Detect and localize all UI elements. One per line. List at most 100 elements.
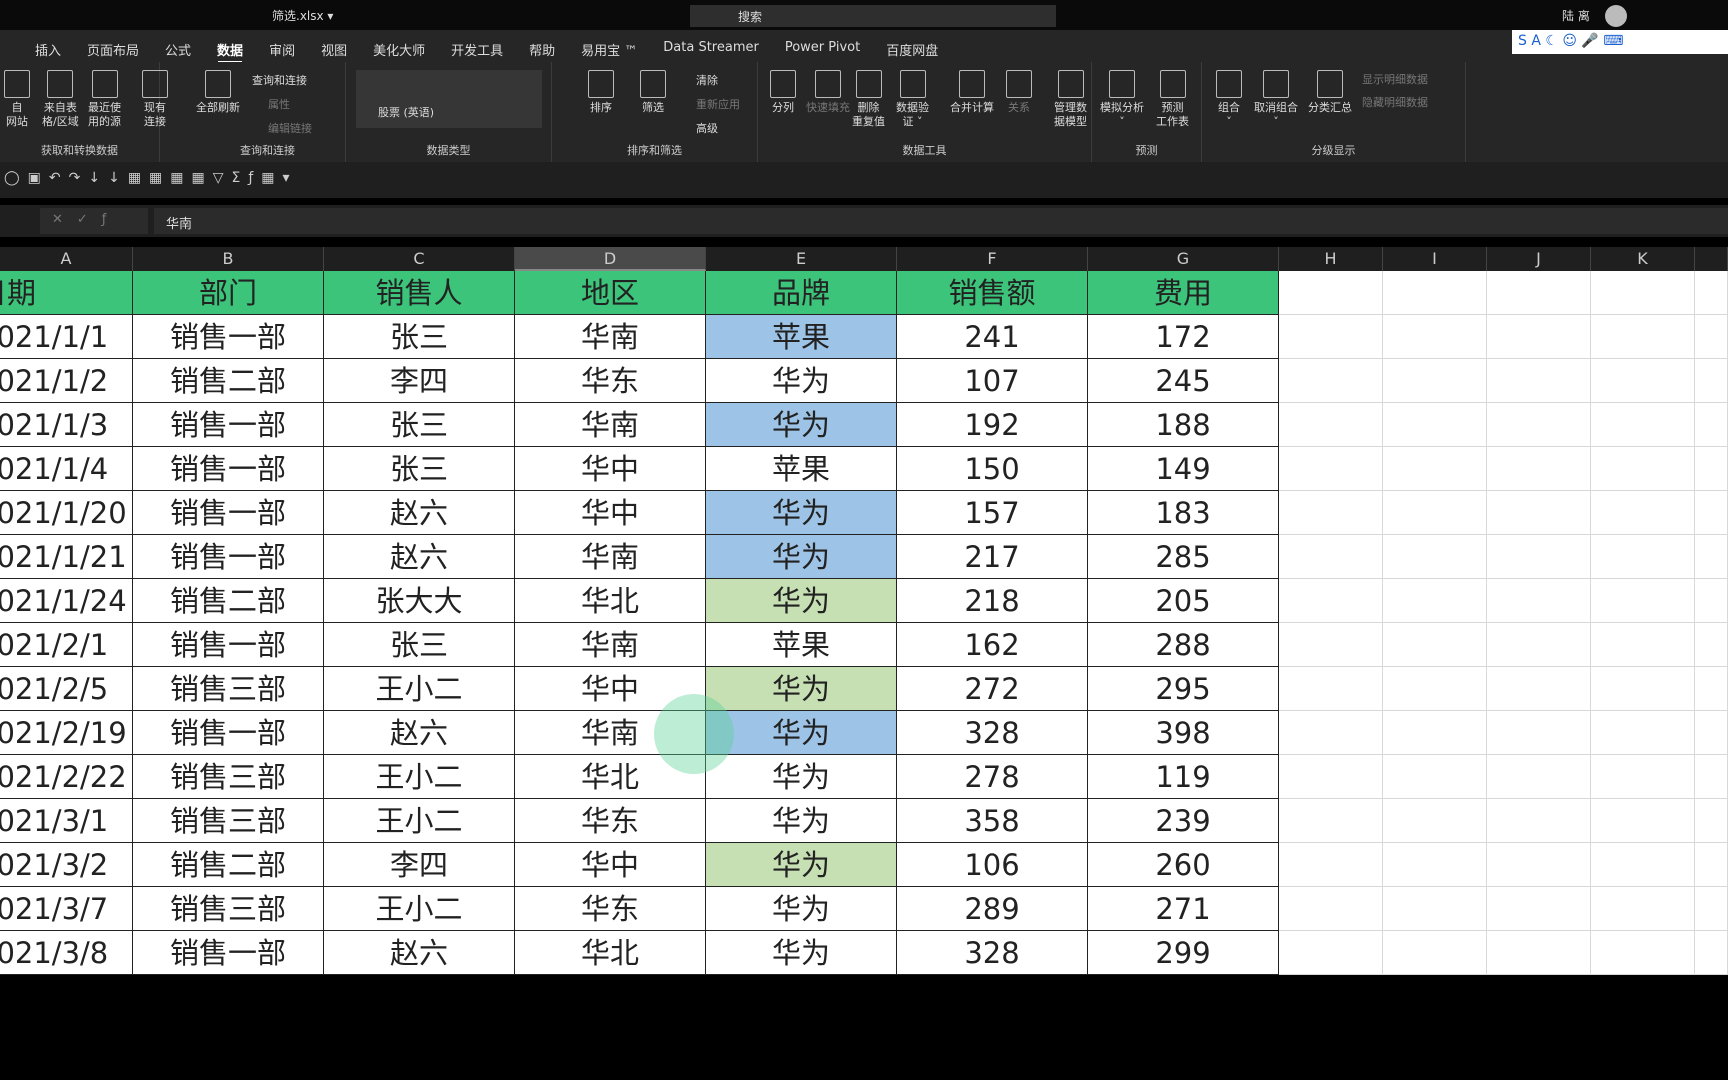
empty-cell[interactable] (1695, 623, 1728, 667)
advanced-button[interactable]: 高级 (696, 120, 718, 136)
tab-6[interactable]: 美化大师 (360, 30, 438, 62)
column-header-F[interactable]: F (897, 247, 1088, 271)
table-cell[interactable]: 2021/1/2 (0, 359, 133, 403)
header-cell[interactable]: 费用 (1088, 271, 1279, 315)
empty-cell[interactable] (1695, 315, 1728, 359)
empty-cell[interactable] (1279, 887, 1383, 931)
table-cell[interactable]: 华东 (515, 359, 706, 403)
column-header-C[interactable]: C (324, 247, 515, 271)
empty-cell[interactable] (1279, 271, 1383, 315)
tab-10[interactable]: Data Streamer (650, 30, 772, 62)
table-cell[interactable]: 赵六 (324, 491, 515, 535)
table-cell[interactable]: 245 (1088, 359, 1279, 403)
table-cell[interactable]: 销售二部 (133, 843, 324, 887)
empty-cell[interactable] (1383, 843, 1487, 887)
empty-cell[interactable] (1591, 271, 1695, 315)
table-cell[interactable]: 278 (897, 755, 1088, 799)
data-tool-button-0[interactable]: 分列 (770, 70, 796, 115)
empty-cell[interactable] (1383, 623, 1487, 667)
table-cell[interactable]: 华北 (515, 931, 706, 975)
table-cell[interactable]: 张三 (324, 447, 515, 491)
table-cell[interactable]: 285 (1088, 535, 1279, 579)
table-cell[interactable]: 华为 (706, 403, 897, 447)
table-cell[interactable]: 2021/3/7 (0, 887, 133, 931)
table-cell[interactable]: 华北 (515, 579, 706, 623)
column-header-E[interactable]: E (706, 247, 897, 271)
search-box[interactable]: 搜索 (690, 5, 1056, 27)
avatar[interactable] (1605, 5, 1627, 27)
table-cell[interactable]: 288 (1088, 623, 1279, 667)
table-cell[interactable]: 华为 (706, 491, 897, 535)
tab-9[interactable]: 易用宝 ™ (568, 30, 650, 62)
empty-cell[interactable] (1487, 271, 1591, 315)
empty-cell[interactable] (1383, 359, 1487, 403)
table-cell[interactable]: 华中 (515, 447, 706, 491)
sort-button[interactable]: 排序 (588, 70, 614, 115)
reapply-button[interactable]: 重新应用 (696, 96, 740, 112)
empty-cell[interactable] (1383, 491, 1487, 535)
table-cell[interactable]: 162 (897, 623, 1088, 667)
table-cell[interactable]: 苹果 (706, 447, 897, 491)
formula-input[interactable]: 华南 (154, 208, 1728, 234)
table-cell[interactable]: 239 (1088, 799, 1279, 843)
table-cell[interactable]: 157 (897, 491, 1088, 535)
table-cell[interactable]: 271 (1088, 887, 1279, 931)
table-cell[interactable]: 赵六 (324, 711, 515, 755)
empty-cell[interactable] (1695, 535, 1728, 579)
empty-cell[interactable] (1695, 887, 1728, 931)
table-cell[interactable]: 107 (897, 359, 1088, 403)
table-cell[interactable]: 华为 (706, 711, 897, 755)
filter-button[interactable]: 筛选 (640, 70, 666, 115)
table-cell[interactable]: 2021/2/5 (0, 667, 133, 711)
properties-button[interactable]: 属性 (268, 96, 290, 112)
tab-4[interactable]: 审阅 (256, 30, 308, 62)
empty-cell[interactable] (1383, 667, 1487, 711)
empty-cell[interactable] (1383, 887, 1487, 931)
table-cell[interactable]: 王小二 (324, 799, 515, 843)
header-cell[interactable]: 部门 (133, 271, 324, 315)
empty-cell[interactable] (1487, 755, 1591, 799)
empty-cell[interactable] (1695, 711, 1728, 755)
table-cell[interactable]: 销售三部 (133, 667, 324, 711)
table-cell[interactable]: 150 (897, 447, 1088, 491)
empty-cell[interactable] (1279, 799, 1383, 843)
empty-cell[interactable] (1487, 887, 1591, 931)
table-cell[interactable]: 赵六 (324, 931, 515, 975)
tab-0[interactable]: 插入 (22, 30, 74, 62)
table-cell[interactable]: 172 (1088, 315, 1279, 359)
empty-cell[interactable] (1591, 843, 1695, 887)
empty-cell[interactable] (1695, 843, 1728, 887)
table-cell[interactable]: 2021/1/21 (0, 535, 133, 579)
table-cell[interactable]: 华中 (515, 843, 706, 887)
empty-cell[interactable] (1279, 579, 1383, 623)
hide-detail-button[interactable]: 隐藏明细数据 (1362, 94, 1428, 110)
table-cell[interactable]: 192 (897, 403, 1088, 447)
empty-cell[interactable] (1591, 535, 1695, 579)
empty-cell[interactable] (1591, 799, 1695, 843)
table-cell[interactable]: 295 (1088, 667, 1279, 711)
empty-cell[interactable] (1383, 535, 1487, 579)
empty-cell[interactable] (1695, 667, 1728, 711)
table-cell[interactable]: 2021/1/3 (0, 403, 133, 447)
empty-cell[interactable] (1487, 491, 1591, 535)
table-cell[interactable]: 销售一部 (133, 491, 324, 535)
table-cell[interactable]: 华南 (515, 535, 706, 579)
table-cell[interactable]: 2021/3/8 (0, 931, 133, 975)
table-cell[interactable]: 张三 (324, 315, 515, 359)
empty-cell[interactable] (1591, 491, 1695, 535)
table-cell[interactable]: 260 (1088, 843, 1279, 887)
table-cell[interactable]: 华为 (706, 535, 897, 579)
empty-cell[interactable] (1695, 359, 1728, 403)
column-header-A[interactable]: A (0, 247, 133, 271)
empty-cell[interactable] (1695, 447, 1728, 491)
table-cell[interactable]: 289 (897, 887, 1088, 931)
show-detail-button[interactable]: 显示明细数据 (1362, 71, 1428, 87)
table-cell[interactable]: 2021/3/2 (0, 843, 133, 887)
table-cell[interactable]: 销售一部 (133, 711, 324, 755)
column-header-K[interactable]: K (1591, 247, 1695, 271)
header-cell[interactable]: 销售额 (897, 271, 1088, 315)
empty-cell[interactable] (1383, 799, 1487, 843)
empty-cell[interactable] (1279, 711, 1383, 755)
empty-cell[interactable] (1383, 931, 1487, 975)
existing-connections-button[interactable]: 现有 连接 (142, 70, 168, 129)
